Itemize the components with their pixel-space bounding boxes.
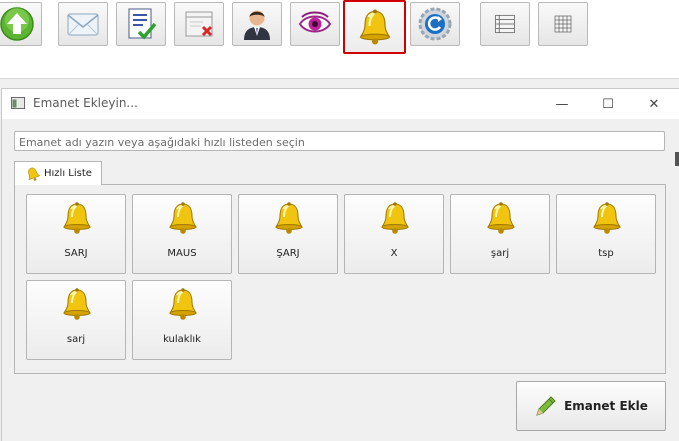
quick-list-item[interactable]: MAUS	[132, 194, 232, 274]
bell-icon	[63, 288, 91, 320]
minimize-button[interactable]: —	[548, 93, 576, 115]
emanet-ekle-button[interactable]: Emanet Ekle	[516, 381, 666, 431]
quick-list-item-label: ŞARJ	[276, 248, 300, 259]
delete-list-button[interactable]	[174, 2, 224, 46]
list-view-icon	[495, 14, 515, 34]
quick-list-item-label: tsp	[598, 248, 614, 259]
scroll-edge	[675, 152, 679, 166]
main-toolbar	[0, 0, 679, 79]
green-up-arrow-icon	[0, 7, 34, 41]
quick-list-item-label: şarj	[490, 248, 510, 259]
bell-icon	[63, 202, 91, 234]
emanet-ekle-label: Emanet Ekle	[564, 399, 648, 413]
bell-icon	[275, 202, 303, 234]
bell-icon	[359, 9, 390, 45]
quick-list-item[interactable]: ŞARJ	[238, 194, 338, 274]
gear-refresh-icon	[418, 7, 452, 41]
dialog-titlebar[interactable]: Emanet Ekleyin... — ☐ ✕	[2, 89, 679, 119]
quick-list-item[interactable]: kulaklık	[132, 280, 232, 360]
grid-view-icon	[554, 15, 572, 33]
quick-list-item[interactable]: SARJ	[26, 194, 126, 274]
checklist-icon	[128, 8, 157, 40]
emanet-button[interactable]	[343, 0, 406, 54]
up-button[interactable]	[0, 2, 42, 46]
emanet-dialog: Emanet Ekleyin... — ☐ ✕ Hızlı Liste SARJ…	[1, 88, 679, 441]
bell-icon	[28, 167, 41, 181]
emanet-search-input[interactable]	[14, 131, 665, 151]
eye-icon	[298, 11, 332, 33]
quick-list-item[interactable]: X	[344, 194, 444, 274]
quick-list-item[interactable]: şarj	[450, 194, 550, 274]
quick-list-item[interactable]: tsp	[556, 194, 656, 274]
checklist-button[interactable]	[116, 2, 166, 46]
tab-label: Hızlı Liste	[44, 168, 92, 179]
bell-icon	[593, 202, 621, 234]
window-icon	[11, 97, 25, 109]
delete-list-icon	[185, 11, 213, 37]
quick-list-item[interactable]: sarj	[26, 280, 126, 360]
person-icon	[244, 10, 270, 40]
quick-list-item-label: kulaklık	[163, 334, 201, 345]
bell-icon	[169, 288, 197, 320]
pencil-icon	[536, 396, 556, 416]
user-button[interactable]	[232, 2, 282, 46]
view-button[interactable]	[290, 2, 340, 46]
settings-button[interactable]	[410, 2, 460, 46]
quick-list-item-label: MAUS	[167, 248, 197, 259]
grid-view-button[interactable]	[538, 2, 588, 46]
envelope-icon	[67, 13, 99, 36]
quick-list-item-label: X	[390, 248, 398, 259]
tab-hizli-liste[interactable]: Hızlı Liste	[14, 161, 102, 185]
mail-button[interactable]	[58, 2, 108, 46]
quick-list-item-label: SARJ	[64, 248, 88, 259]
maximize-button[interactable]: ☐	[594, 93, 622, 115]
dialog-title: Emanet Ekleyin...	[33, 96, 138, 110]
bell-icon	[487, 202, 515, 234]
quick-list-panel: SARJ MAUS ŞARJ Xşarj tsp sarj kulaklık	[14, 184, 666, 374]
close-button[interactable]: ✕	[640, 93, 668, 115]
list-view-button[interactable]	[480, 2, 530, 46]
bell-icon	[169, 202, 197, 234]
quick-list-item-label: sarj	[66, 334, 86, 345]
bell-icon	[381, 202, 409, 234]
